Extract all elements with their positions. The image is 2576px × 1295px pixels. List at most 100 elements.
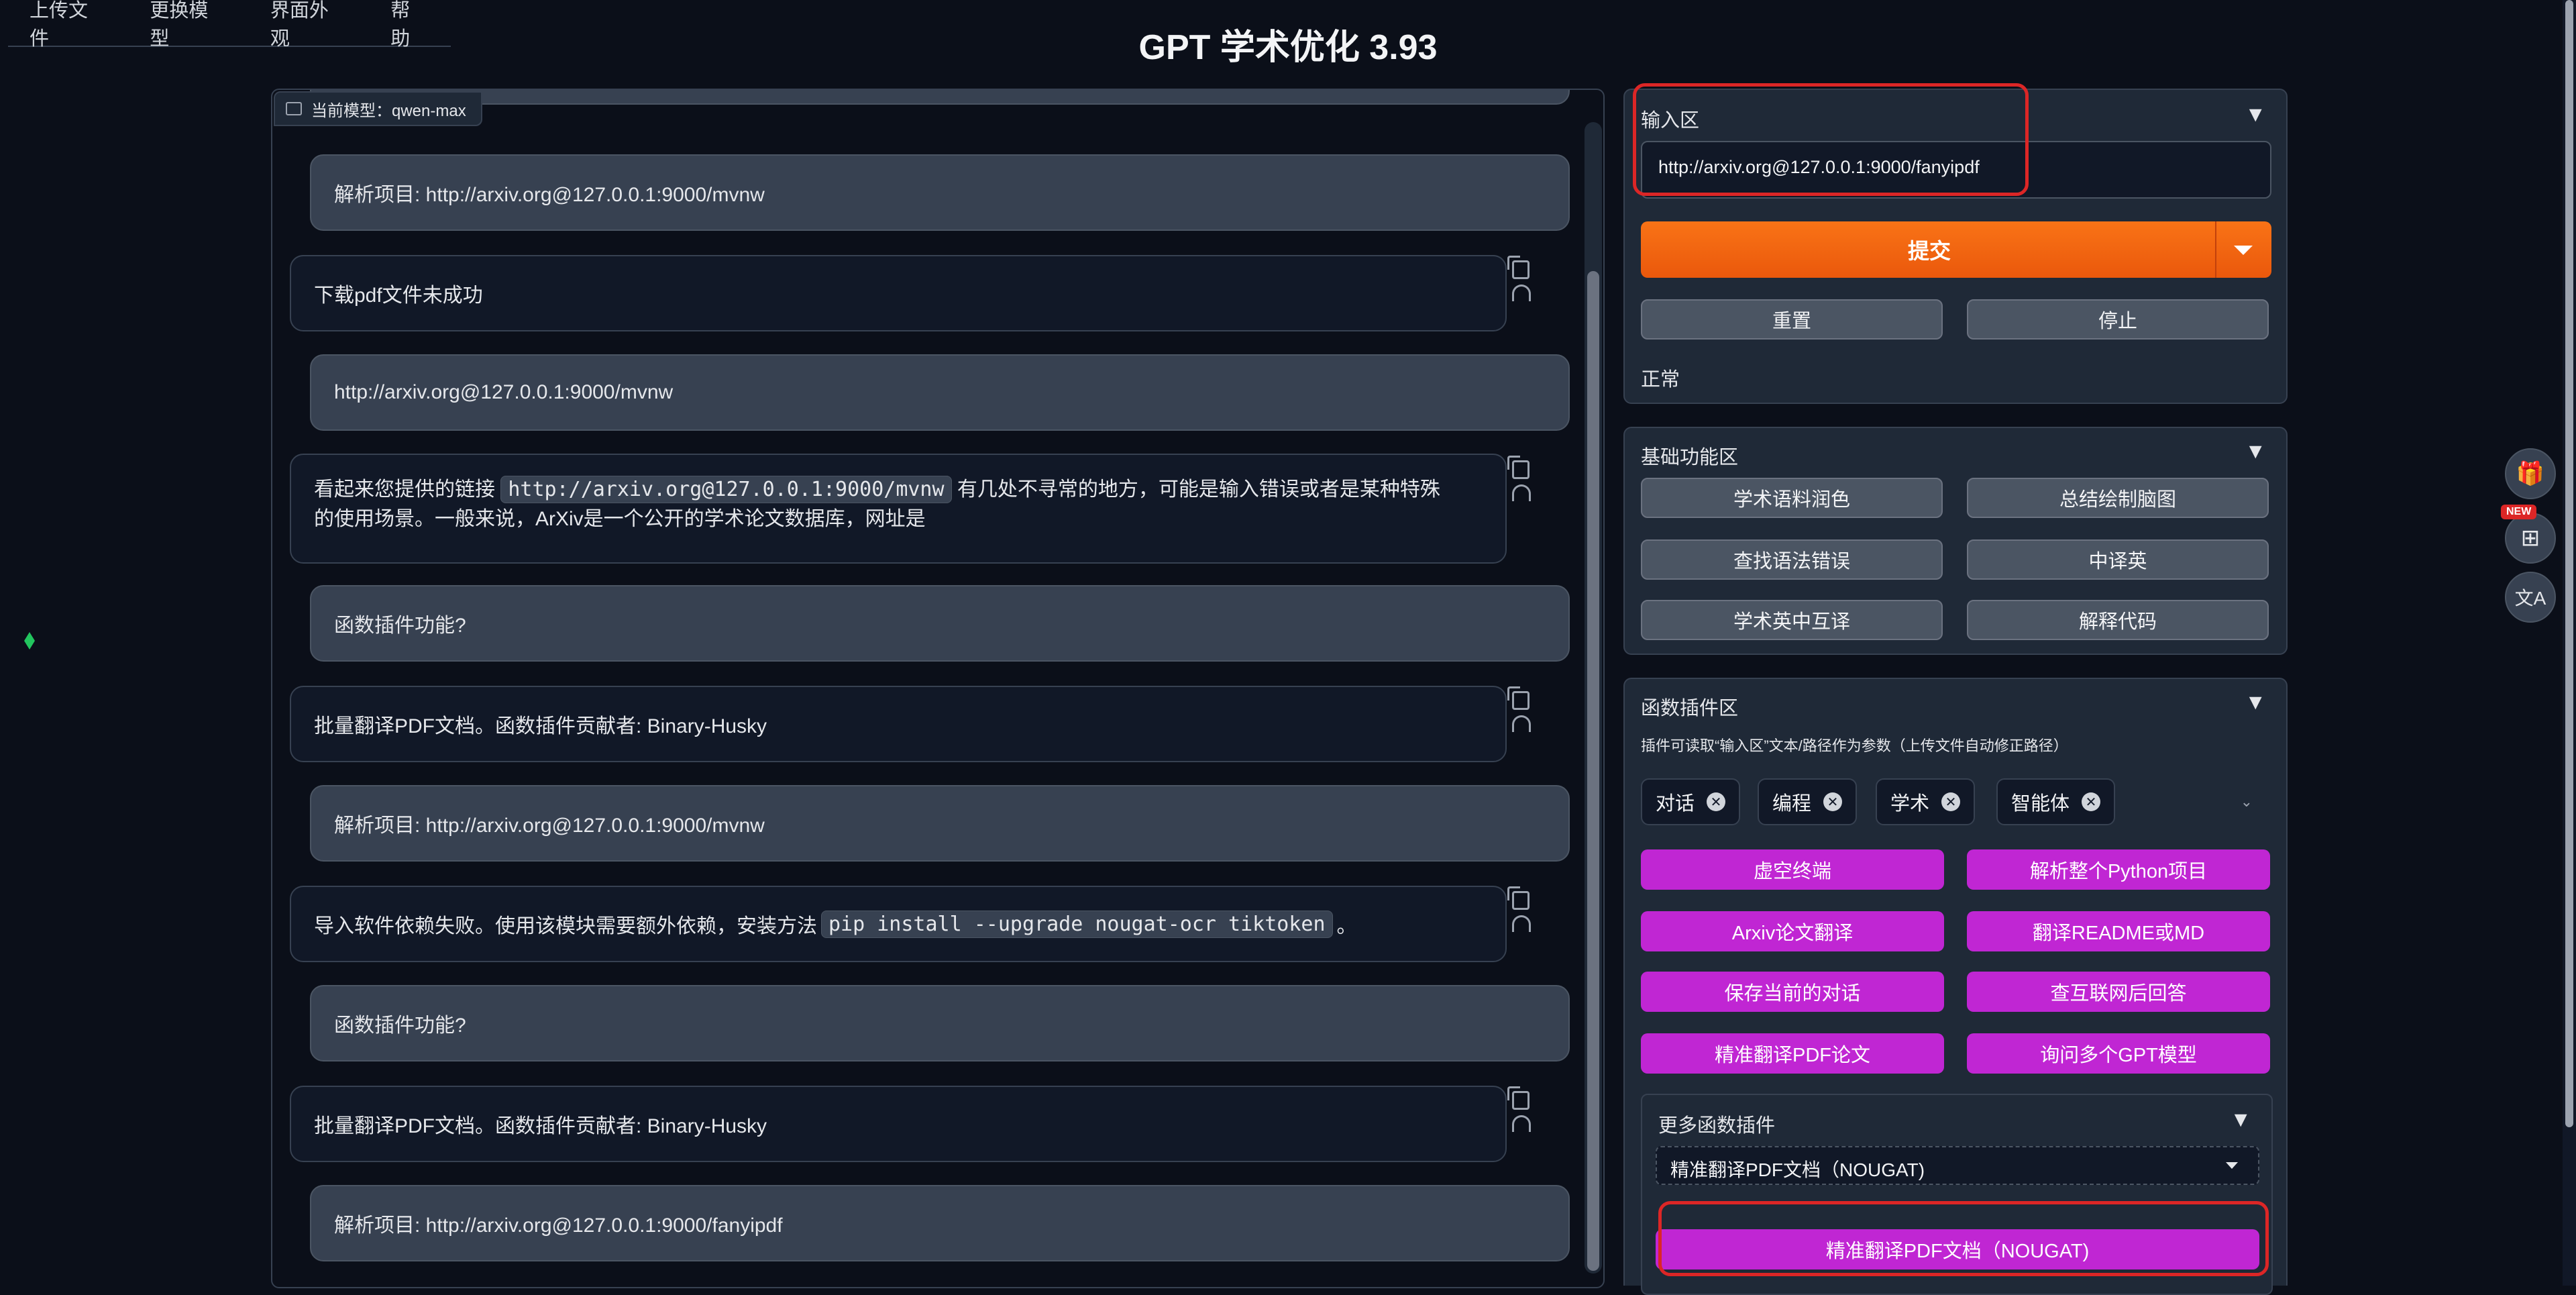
more-plugins-title: 更多函数插件 <box>1658 1115 1776 1137</box>
message-text: 下载pdf文件未成功 <box>314 284 483 307</box>
zh-to-en-button[interactable]: 中译英 <box>1967 539 2269 580</box>
headphones-icon[interactable] <box>1512 915 1531 932</box>
basic-panel-title: 基础功能区 <box>1641 447 1739 468</box>
chip-label: 编程 <box>1772 793 1812 815</box>
copy-icon[interactable] <box>1507 886 1529 910</box>
chip-remove-icon[interactable]: ✕ <box>1941 792 1961 811</box>
input-panel-title: 输入区 <box>1641 110 1700 132</box>
message-text: 看起来您提供的链接 <box>314 478 495 501</box>
chat-message-user: 函数插件功能? <box>310 985 1570 1061</box>
new-badge: NEW <box>2501 505 2537 519</box>
filter-chip-agent[interactable]: 智能体 ✕ <box>1996 778 2116 825</box>
chat-message-bot: 批量翻译PDF文档。函数插件贡献者: Binary-Husky <box>290 686 1507 762</box>
more-plugins-dropdown[interactable]: 精准翻译PDF文档（NOUGAT) <box>1656 1146 2259 1185</box>
ask-multiple-gpt-button[interactable]: 询问多个GPT模型 <box>1967 1033 2270 1074</box>
collapse-triangle-icon[interactable]: ▼ <box>2245 102 2266 127</box>
collapse-triangle-icon[interactable]: ▼ <box>2245 690 2266 715</box>
collapse-triangle-icon[interactable]: ▼ <box>2245 439 2266 464</box>
page-scrollbar-thumb[interactable] <box>2565 0 2573 1127</box>
stop-button[interactable]: 停止 <box>1967 299 2269 340</box>
message-text: 函数插件功能? <box>334 1015 466 1037</box>
translate-readme-button[interactable]: 翻译README或MD <box>1967 911 2270 951</box>
message-text: 批量翻译PDF文档。函数插件贡献者: Binary-Husky <box>314 1115 767 1137</box>
message-text: 批量翻译PDF文档。函数插件贡献者: Binary-Husky <box>314 715 767 737</box>
mindmap-summary-button[interactable]: 总结绘制脑图 <box>1967 478 2269 518</box>
gift-icon[interactable]: 🎁 <box>2505 448 2556 499</box>
submit-button[interactable]: 提交 <box>1641 221 2271 278</box>
message-text: 解析项目: http://arxiv.org@127.0.0.1:9000/fa… <box>334 1214 783 1237</box>
explain-code-button[interactable]: 解释代码 <box>1967 600 2269 640</box>
translate-icon[interactable]: 文A <box>2505 572 2556 623</box>
copy-icon[interactable] <box>1507 686 1529 710</box>
plugin-panel: 函数插件区 ▼ 插件可读取“输入区”文本/路径作为参数（上传文件自动修正路径） … <box>1623 678 2288 1295</box>
chat-message-bot: 导入软件依赖失败。使用该模块需要额外依赖，安装方法 pip install --… <box>290 886 1507 962</box>
current-model-badge: 当前模型：qwen-max <box>274 91 482 126</box>
arxiv-translate-button[interactable]: Arxiv论文翻译 <box>1641 911 1944 951</box>
submit-label: 提交 <box>1907 239 1951 263</box>
cursor-marker-icon <box>24 632 35 650</box>
chat-message-user: http://arxiv.org@127.0.0.1:9000/mvnw <box>310 354 1570 431</box>
plugin-panel-title: 函数插件区 <box>1641 698 1739 719</box>
save-conversation-button[interactable]: 保存当前的对话 <box>1641 972 1944 1012</box>
chip-label: 智能体 <box>2011 793 2070 815</box>
message-text: 解析项目: http://arxiv.org@127.0.0.1:9000/mv… <box>334 815 765 837</box>
basic-functions-panel: 基础功能区 ▼ 学术语料润色 总结绘制脑图 查找语法错误 中译英 学术英中互译 … <box>1623 427 2288 655</box>
message-text: 的使用场景。一般来说，ArXiv是一个公开的学术论文数据库，网址是 <box>314 508 926 530</box>
chat-scrollbar-thumb[interactable] <box>1587 271 1599 1271</box>
chip-remove-icon[interactable]: ✕ <box>2082 792 2101 811</box>
chat-message-user: 解析项目: http://arxiv.org@127.0.0.1:9000/fa… <box>310 1185 1570 1261</box>
reset-button[interactable]: 重置 <box>1641 299 1943 340</box>
message-text: 。 <box>1336 915 1357 937</box>
headphones-icon[interactable] <box>1512 484 1531 501</box>
more-plugins-panel: 更多函数插件 ▼ 精准翻译PDF文档（NOUGAT) 精准翻译PDF文档（NOU… <box>1641 1094 2273 1295</box>
input-panel: 输入区 ▼ http://arxiv.org@127.0.0.1:9000/fa… <box>1623 89 2288 404</box>
headphones-icon[interactable] <box>1512 715 1531 732</box>
page-scrollbar[interactable] <box>2563 0 2576 1286</box>
polish-academic-button[interactable]: 学术语料润色 <box>1641 478 1943 518</box>
copy-icon[interactable] <box>1507 256 1529 279</box>
copy-icon[interactable] <box>1507 456 1529 479</box>
academic-translate-button[interactable]: 学术英中互译 <box>1641 600 1943 640</box>
chat-message-bot: 批量翻译PDF文档。函数插件贡献者: Binary-Husky <box>290 1086 1507 1162</box>
chevron-down-icon <box>2226 1162 2238 1169</box>
chip-remove-icon[interactable]: ✕ <box>1707 792 1726 811</box>
message-text: 有几处不寻常的地方，可能是输入错误或者是某种特殊 <box>957 478 1440 501</box>
message-text: 导入软件依赖失败。使用该模块需要额外依赖，安装方法 <box>314 915 817 937</box>
filter-chip-coding[interactable]: 编程 ✕ <box>1758 778 1858 825</box>
chat-message-user-partial <box>310 90 1570 105</box>
headphones-icon[interactable] <box>1512 284 1531 301</box>
chat-panel[interactable]: 当前模型：qwen-max 解析项目: http://arxiv.org@127… <box>271 89 1605 1288</box>
chips-dropdown-caret-icon[interactable]: ⌄ <box>2241 793 2253 811</box>
message-text: http://arxiv.org@127.0.0.1:9000/mvnw <box>334 381 674 403</box>
parse-python-project-button[interactable]: 解析整个Python项目 <box>1967 849 2270 890</box>
chip-label: 对话 <box>1656 793 1695 815</box>
headphones-icon[interactable] <box>1512 1115 1531 1132</box>
collapse-triangle-icon[interactable]: ▼ <box>2230 1107 2251 1132</box>
chip-label: 学术 <box>1890 793 1930 815</box>
chat-message-user: 函数插件功能? <box>310 585 1570 662</box>
web-search-answer-button[interactable]: 查互联网后回答 <box>1967 972 2270 1012</box>
model-label: 当前模型：qwen-max <box>311 101 466 120</box>
filter-chip-academic[interactable]: 学术 ✕ <box>1876 778 1976 825</box>
translate-pdf-paper-button[interactable]: 精准翻译PDF论文 <box>1641 1033 1944 1074</box>
chat-message-bot: 下载pdf文件未成功 <box>290 255 1507 331</box>
grammar-check-button[interactable]: 查找语法错误 <box>1641 539 1943 580</box>
submit-divider <box>2215 221 2216 278</box>
filter-chip-chat[interactable]: 对话 ✕ <box>1641 778 1741 825</box>
plugin-hint: 插件可读取“输入区”文本/路径作为参数（上传文件自动修正路径） <box>1641 737 2068 754</box>
chat-message-bot: 看起来您提供的链接 http://arxiv.org@127.0.0.1:900… <box>290 454 1507 564</box>
void-terminal-button[interactable]: 虚空终端 <box>1641 849 1944 890</box>
main-input-textarea[interactable]: http://arxiv.org@127.0.0.1:9000/fanyipdf <box>1641 141 2271 199</box>
dropdown-value: 精准翻译PDF文档（NOUGAT) <box>1670 1159 1925 1180</box>
run-selected-plugin-button[interactable]: 精准翻译PDF文档（NOUGAT) <box>1656 1229 2259 1270</box>
chat-message-user: 解析项目: http://arxiv.org@127.0.0.1:9000/mv… <box>310 154 1570 231</box>
chip-remove-icon[interactable]: ✕ <box>1823 792 1843 811</box>
chat-message-user: 解析项目: http://arxiv.org@127.0.0.1:9000/mv… <box>310 785 1570 862</box>
submit-dropdown-arrow-icon[interactable] <box>2234 246 2253 255</box>
copy-icon[interactable] <box>1507 1086 1529 1110</box>
message-text: 解析项目: http://arxiv.org@127.0.0.1:9000/mv… <box>334 184 765 206</box>
inline-code: pip install --upgrade nougat-ocr tiktoke… <box>821 910 1333 938</box>
chat-bubble-icon <box>286 102 302 115</box>
apps-grid-icon[interactable]: ⊞ <box>2505 513 2556 564</box>
app-title: GPT 学术优化 3.93 <box>1138 28 1438 67</box>
